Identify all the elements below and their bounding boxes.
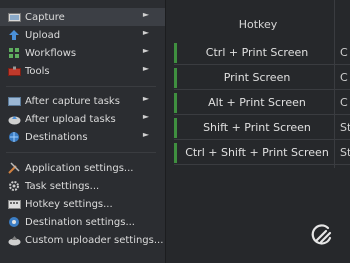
hotkey-value: Print Screen [223,71,291,84]
menu-item-label: Workflows [25,47,77,59]
hotkey-action-text: St [340,121,350,134]
upload-icon [7,29,21,41]
menu-item-label: After upload tasks [25,113,116,125]
menu-item-upload[interactable]: Upload ► [0,26,165,44]
hotkey-value: Ctrl + Shift + Print Screen [185,146,329,159]
workflows-icon [7,47,21,59]
capture-icon [7,11,21,23]
status-indicator [174,143,177,163]
chevron-right-icon: ► [142,112,149,121]
status-indicator [174,118,177,138]
menu-item-capture[interactable]: Capture ► [0,8,165,26]
menu-item-after-upload-tasks[interactable]: After upload tasks ► [0,110,165,128]
menu-item-label: Task settings... [25,180,100,192]
sharex-logo-icon [311,224,332,245]
menu-item-custom-uploader-settings[interactable]: Custom uploader settings... [0,231,165,249]
menu-item-label: Application settings... [25,162,134,174]
status-indicator [174,43,177,63]
after-upload-icon [7,113,21,125]
menu-item-label: After capture tasks [25,95,120,107]
menu-item-tools[interactable]: Tools ► [0,62,165,80]
after-capture-icon [7,95,21,107]
status-indicator [174,68,177,88]
menu-item-label: Destinations [25,131,88,143]
hotkey-value: Shift + Print Screen [203,121,311,134]
menu-item-label: Destination settings... [25,216,135,228]
hotkey-column-header: Hotkey [238,18,278,31]
menu-item-application-settings[interactable]: Application settings... [0,159,165,177]
chevron-right-icon: ► [142,46,149,55]
hotkey-value: Alt + Print Screen [208,96,306,109]
chevron-right-icon: ► [142,10,149,19]
menu-separator [6,152,156,153]
menu-item-after-capture-tasks[interactable]: After capture tasks ► [0,92,165,110]
menu-item-label: Upload [25,29,61,41]
hotkey-action-text: C [340,71,348,84]
hotkey-settings-icon [7,198,21,210]
application-settings-icon [7,162,21,174]
menu-item-label: Hotkey settings... [25,198,113,210]
hotkey-row[interactable]: Shift + Print Screen St [174,116,350,140]
menu-item-workflows[interactable]: Workflows ► [0,44,165,62]
menu-item-task-settings[interactable]: Task settings... [0,177,165,195]
custom-uploader-icon [7,234,21,246]
menu-item-destinations[interactable]: Destinations ► [0,128,165,146]
task-settings-icon [7,180,21,192]
status-indicator [174,93,177,113]
menu-item-hotkey-settings[interactable]: Hotkey settings... [0,195,165,213]
hotkey-row[interactable]: Print Screen C [174,66,350,90]
chevron-right-icon: ► [142,94,149,103]
tools-icon [7,65,21,77]
hotkey-action-text: St [340,146,350,159]
menu-item-label: Capture [25,11,65,23]
chevron-right-icon: ► [142,130,149,139]
hotkey-action-text: C [340,46,348,59]
chevron-right-icon: ► [142,64,149,73]
hotkey-row[interactable]: Ctrl + Shift + Print Screen St [174,141,350,165]
menu-separator [6,86,156,87]
menu-item-label: Tools [25,65,50,77]
chevron-right-icon: ► [142,28,149,37]
hotkey-value: Ctrl + Print Screen [205,46,309,59]
context-menu: Capture ► Upload ► Workflows ► Tools ► A… [0,0,166,263]
destination-settings-icon [7,216,21,228]
destinations-icon [7,131,21,143]
hotkey-action-text: C [340,96,348,109]
hotkey-row[interactable]: Alt + Print Screen C [174,91,350,115]
menu-item-destination-settings[interactable]: Destination settings... [0,213,165,231]
menu-item-label: Custom uploader settings... [25,234,164,246]
hotkey-row[interactable]: Ctrl + Print Screen C [174,41,350,65]
